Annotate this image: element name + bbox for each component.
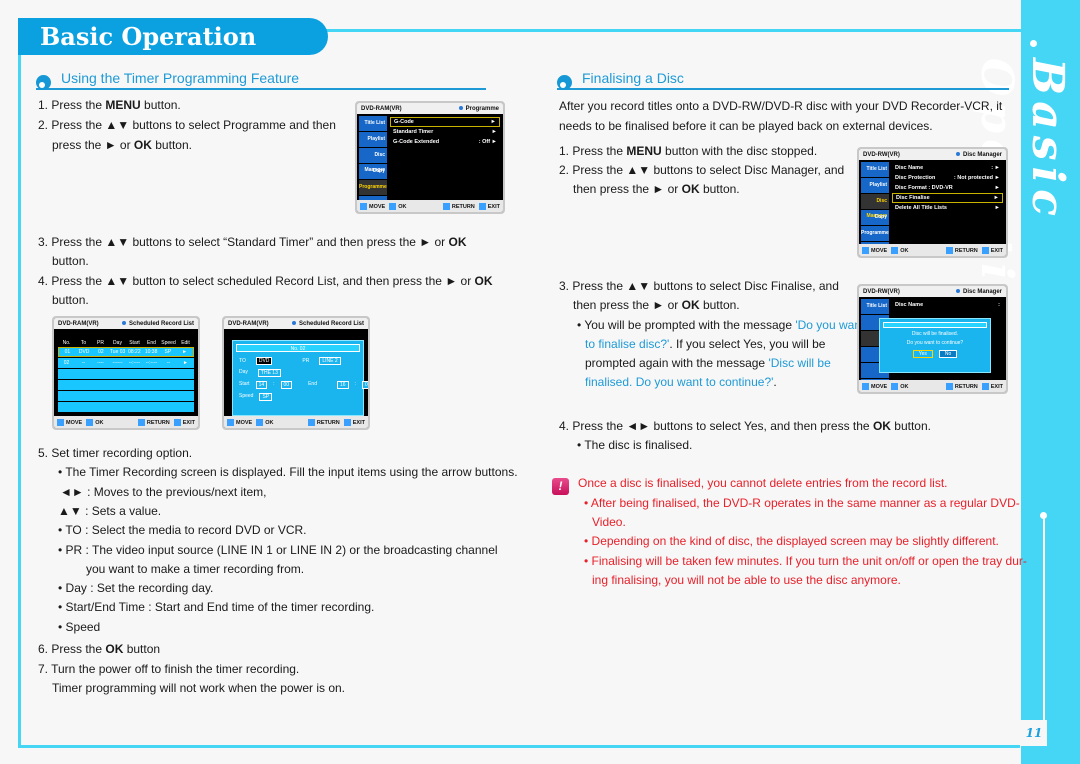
step-3: 3. Press the ▲▼ buttons to select “Stand… (38, 235, 467, 249)
list-row: 01 DVD 02 Tue 03 08:22 10:38 SP ► (58, 347, 194, 357)
disc-icon (121, 320, 126, 325)
frame-left (18, 40, 21, 748)
bullet-cont: prompted again with the message 'Disc wi… (585, 356, 831, 370)
list-row-empty (58, 391, 194, 401)
bullet: • Start/End Time : Start and End time of… (58, 600, 375, 614)
disc-icon (955, 288, 960, 293)
hook-dot (1030, 40, 1037, 47)
step-5: 5. Set timer recording option. (38, 446, 193, 460)
frame-top (310, 29, 1022, 32)
step-7-note: Timer programming will not work when the… (52, 681, 345, 695)
bullet-cont: you want to make a timer recording from. (86, 562, 305, 576)
side-title: Basic Operation (971, 58, 1073, 359)
disc-icon (955, 151, 960, 156)
osd-edit-screen: DVD-RAM(VR) Scheduled Record List No. 02 … (222, 316, 370, 430)
step-3: 3. Press the ▲▼ buttons to select Disc F… (559, 279, 839, 293)
bullet-cont: finalised. Do you want to continue?'. (585, 375, 777, 389)
step-4: 4. Press the ◄► buttons to select Yes, a… (559, 419, 931, 433)
osd-side-item: Disc Manager (359, 148, 387, 173)
section-heading-finalise: Finalising a Disc (557, 70, 1009, 90)
note-bullet: • Depending on the kind of disc, the dis… (584, 534, 999, 548)
osd-record-list-screen: DVD-RAM(VR) Scheduled Record List No. To PR… (52, 316, 200, 430)
step-2-cont: press the ► or OK button. (52, 138, 192, 152)
side-line (1043, 515, 1045, 720)
bullet: • PR : The video input source (LINE IN 1… (58, 543, 498, 557)
bullet: • TO : Select the media to record DVD or… (58, 523, 307, 537)
osd-menu-item: G-Code ► (390, 117, 500, 127)
step-1: 1. Press the MENU button. (38, 98, 181, 112)
bullet: ▲▼ : Sets a value. (58, 504, 162, 518)
section-title: Using the Timer Programming Feature (61, 70, 300, 86)
bullet-circle-icon (557, 74, 572, 90)
bullet: • You will be prompted with the message … (577, 318, 865, 332)
step-3-cont: then press the ► or OK button. (573, 298, 740, 312)
note-bullet: • Finalising will be taken few minutes. … (584, 554, 1027, 568)
osd-side-item: Playlist (359, 132, 387, 147)
step-2: 2. Press the ▲▼ buttons to select Disc M… (559, 163, 845, 177)
step-4-cont: button. (52, 293, 89, 307)
bullet-cont: to finalise disc?'. If you select Yes, y… (585, 337, 826, 351)
yes-button: Yes (912, 350, 933, 358)
osd-menu-item: G-Code Extended: Off ► (393, 139, 497, 145)
step-4: 4. Press the ▲▼ button to select schedul… (38, 274, 493, 288)
intro-cont: needs to be finalised before it can be p… (559, 119, 933, 133)
list-row-empty (58, 380, 194, 390)
step-2-cont: then press the ► or OK button. (573, 182, 740, 196)
list-row-empty (58, 369, 194, 379)
osd-mode: DVD-RAM(VR) (361, 105, 402, 112)
bullet: • The disc is finalised. (577, 438, 693, 452)
step-2: 2. Press the ▲▼ buttons to select Progra… (38, 118, 336, 132)
step-7: 7. Turn the power off to finish the time… (38, 662, 300, 676)
list-row-empty (58, 402, 194, 412)
step-1: 1. Press the MENU button with the disc s… (559, 144, 818, 158)
note-title: Once a disc is finalised, you cannot del… (578, 476, 948, 490)
osd-menu-item: Standard Timer ► (393, 129, 497, 135)
note-bullet-cont: ing finalising, you will not be able to … (592, 573, 901, 587)
bullet: • The Timer Recording screen is displaye… (58, 465, 518, 479)
list-header: No. To PR Day Start End Speed Edit (62, 339, 190, 346)
warning-icon: ! (552, 478, 569, 495)
intro: After you record titles onto a DVD-RW/DV… (559, 99, 1003, 113)
osd-side-item: Title List (359, 116, 387, 131)
disc-icon (458, 105, 463, 110)
osd-title: Programme (465, 105, 499, 112)
osd-disc-manager-screen: DVD-RW(VR) Disc Manager Title List Playlis… (857, 147, 1008, 258)
osd-menu-item-selected: Disc Finalise ► (892, 193, 1003, 203)
osd-side-item-active: Programme (359, 180, 387, 195)
no-button: No (938, 350, 958, 358)
confirm-message: Disc will be finalised. (911, 331, 959, 337)
section-title: Finalising a Disc (582, 70, 684, 86)
osd-footer: MOVE OK RETURN EXIT (357, 200, 503, 212)
frame-bottom (18, 745, 1020, 748)
bullet: • Day : Set the recording day. (58, 581, 214, 595)
osd-menu-item: Delete All Title Lists ► (895, 205, 1000, 211)
edit-dialog: No. 02 TO DVD PR LINE 2 Day THE 13 Start 14:0… (232, 340, 368, 416)
bullet: ◄► : Moves to the previous/next item, (60, 485, 267, 499)
osd-programme-screen: DVD-RAM(VR) Programme Title List Playlist… (355, 101, 505, 214)
confirm-dialog: Disc will be finalised. Do you want to c… (879, 318, 991, 373)
bullet-circle-icon (36, 74, 51, 90)
bullet: • Speed (58, 620, 101, 634)
disc-icon (291, 320, 296, 325)
osd-side-item: Copy (359, 164, 387, 179)
list-row: 02 -- ---- ------ --:---- --:---- -- ► (58, 358, 194, 368)
step-6: 6. Press the OK button (38, 642, 161, 656)
osd-menu-item: Disc Format : DVD-VR ► (895, 185, 1000, 191)
osd-menu-item: Disc Protection: Not protected ► (895, 175, 1000, 181)
step-3-cont: button. (52, 254, 89, 268)
note-bullet-cont: Video. (592, 515, 626, 529)
page-number: 11 (1021, 720, 1047, 746)
osd-confirm-screen: DVD-RW(VR) Disc Manager Title List Disc N… (857, 284, 1008, 394)
confirm-question: Do you want to continue? (906, 340, 964, 346)
section-heading-timer: Using the Timer Programming Feature (36, 70, 486, 90)
osd-menu-item: Disc Name: ► (895, 165, 1000, 171)
osd-sidebar: Title List Playlist Disc Manager Copy Pr… (359, 116, 387, 212)
note-bullet: • After being finalised, the DVD-R opera… (584, 496, 1020, 510)
page-title: Basic Operation (18, 18, 328, 55)
